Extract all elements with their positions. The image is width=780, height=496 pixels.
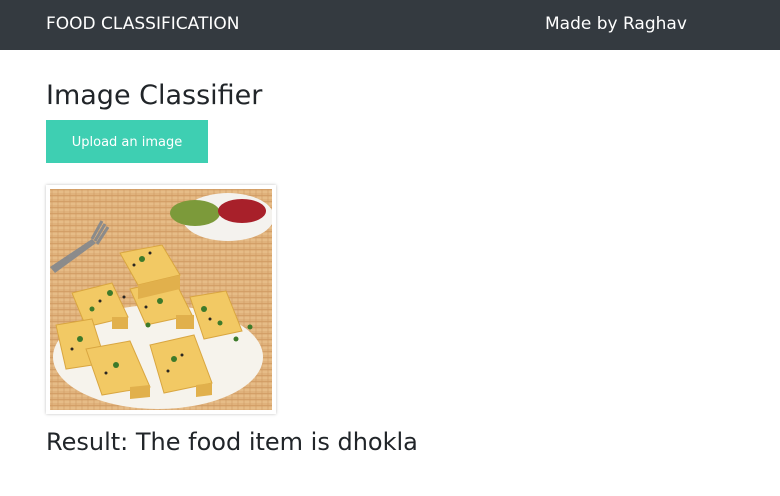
navbar: FOOD CLASSIFICATION Made by Raghav xyxy=(0,0,780,50)
food-photo-image xyxy=(50,189,272,410)
classification-result: Result: The food item is dhokla xyxy=(46,428,418,456)
author-credit[interactable]: Made by Raghav xyxy=(545,14,687,34)
brand-title[interactable]: FOOD CLASSIFICATION xyxy=(46,14,239,34)
uploaded-image-preview xyxy=(46,185,276,414)
page-title: Image Classifier xyxy=(46,80,263,111)
upload-image-button[interactable]: Upload an image xyxy=(46,120,208,163)
